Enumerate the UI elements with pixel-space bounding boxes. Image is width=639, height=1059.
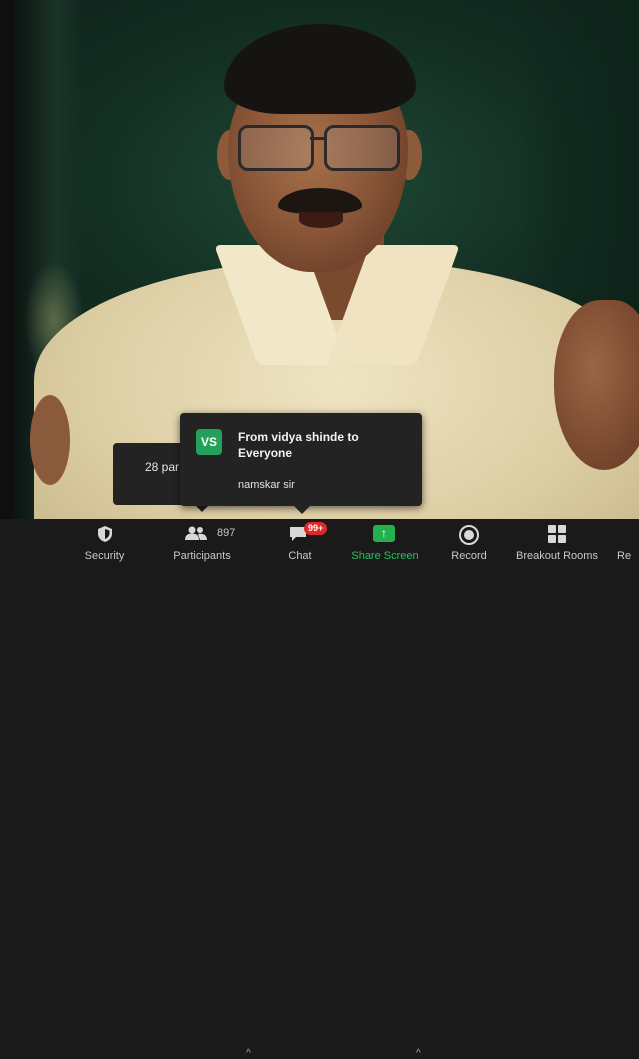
- grid-icon: [548, 525, 566, 543]
- speaker-glasses: [238, 125, 400, 171]
- shield-icon: [97, 526, 112, 547]
- window-edge: [0, 0, 14, 519]
- chat-label: Chat: [288, 550, 312, 562]
- participants-label: Participants: [173, 550, 231, 562]
- chat-notification[interactable]: VS From vidya shinde to Everyone namskar…: [180, 413, 422, 514]
- participants-caret-icon[interactable]: ^: [246, 1048, 251, 1059]
- chat-unread-badge: 99+: [304, 522, 328, 535]
- participants-count: 897: [217, 527, 236, 539]
- share-screen-label: Share Screen: [351, 550, 419, 562]
- chat-button[interactable]: 99+ Chat: [280, 519, 328, 565]
- reactions-label: Re: [617, 550, 632, 562]
- participants-tooltip-text: 28 par: [145, 460, 180, 474]
- participants-tooltip-arrow: [195, 505, 209, 512]
- security-button[interactable]: Security: [77, 519, 132, 565]
- chat-message-text: namskar sir: [238, 479, 295, 491]
- security-label: Security: [84, 550, 125, 562]
- record-button[interactable]: Record: [448, 519, 490, 565]
- share-screen-button[interactable]: ↑ Share Screen: [350, 519, 420, 565]
- breakout-rooms-button[interactable]: Breakout Rooms: [512, 519, 602, 565]
- record-icon: [459, 525, 479, 545]
- speaker-mouth: [299, 212, 343, 228]
- sender-avatar: VS: [196, 429, 222, 455]
- reactions-button[interactable]: Re: [617, 519, 639, 565]
- participants-button[interactable]: 897 Participants: [166, 519, 238, 565]
- speaker-hand-left: [30, 395, 70, 485]
- breakout-rooms-label: Breakout Rooms: [516, 550, 598, 562]
- speaker-hair: [224, 24, 416, 114]
- record-label: Record: [451, 550, 487, 562]
- share-caret-icon[interactable]: ^: [416, 1048, 421, 1059]
- participants-icon: [185, 526, 207, 545]
- chat-sender-line: From vidya shinde to Everyone: [238, 430, 359, 460]
- meeting-toolbar: Security 897 Participants ^ 99+ Chat ↑ S…: [0, 519, 639, 1059]
- share-arrow-icon: ↑: [373, 525, 395, 542]
